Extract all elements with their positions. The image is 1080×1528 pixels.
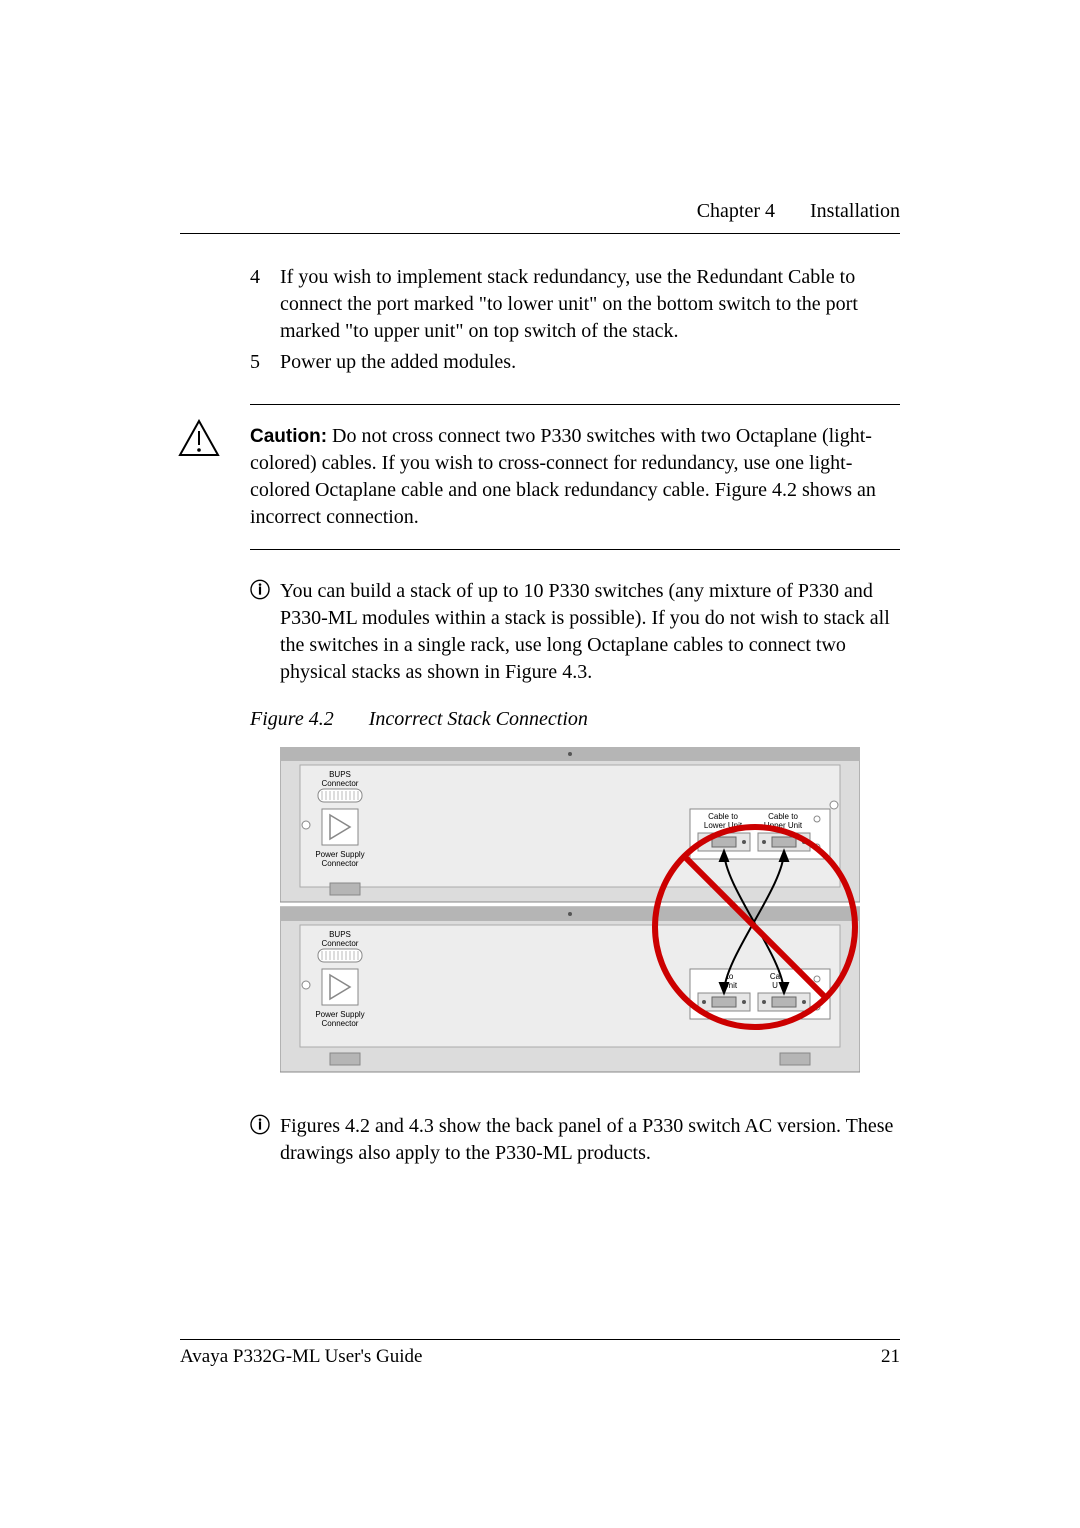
- figure-caption: Figure 4.2 Incorrect Stack Connection: [250, 706, 900, 733]
- step-text: If you wish to implement stack redundanc…: [280, 264, 900, 345]
- content-area: 4 If you wish to implement stack redunda…: [250, 264, 900, 1167]
- step-text: Power up the added modules.: [280, 349, 900, 376]
- psu-label: Power Supply: [315, 1010, 364, 1019]
- numbered-list: 4 If you wish to implement stack redunda…: [250, 264, 900, 376]
- bups-label: Connector: [322, 779, 359, 788]
- page-footer: Avaya P332G-ML User's Guide 21: [180, 1339, 900, 1368]
- header-rule: [180, 233, 900, 234]
- cable-label: Cable to: [768, 812, 798, 821]
- psu-label: Connector: [322, 859, 359, 868]
- chapter-label: Chapter 4: [697, 200, 775, 222]
- footer-guide-title: Avaya P332G-ML User's Guide: [180, 1346, 422, 1368]
- bups-label: BUPS: [329, 770, 351, 779]
- info-note: ⓘ You can build a stack of up to 10 P330…: [250, 578, 900, 686]
- figure-title: Incorrect Stack Connection: [369, 708, 588, 730]
- page-number: 21: [881, 1346, 900, 1368]
- step-number: 4: [250, 264, 280, 345]
- cable-label: Cable to: [708, 812, 738, 821]
- psu-label: Power Supply: [315, 850, 364, 859]
- chapter-title: Installation: [810, 200, 900, 222]
- info-icon: ⓘ: [250, 578, 280, 686]
- figure-number: Figure 4.2: [250, 708, 334, 730]
- psu-label: Connector: [322, 1019, 359, 1028]
- footer-rule: [180, 1339, 900, 1340]
- info-text: You can build a stack of up to 10 P330 s…: [280, 578, 900, 686]
- caution-block: Caution: Do not cross connect two P330 s…: [250, 404, 900, 550]
- info-note: ⓘ Figures 4.2 and 4.3 show the back pane…: [250, 1113, 900, 1167]
- step-number: 5: [250, 349, 280, 376]
- list-item: 4 If you wish to implement stack redunda…: [250, 264, 900, 345]
- figure-diagram: BUPS Connector Power Supply Connector Ca: [280, 747, 900, 1085]
- page: Chapter 4 Installation 4 If you wish to …: [0, 0, 1080, 1528]
- bups-label: Connector: [322, 939, 359, 948]
- list-item: 5 Power up the added modules.: [250, 349, 900, 376]
- cable-label: U: [772, 981, 778, 990]
- caution-icon: [178, 419, 220, 465]
- info-icon: ⓘ: [250, 1113, 280, 1167]
- caution-label: Caution:: [250, 426, 327, 447]
- bups-label: BUPS: [329, 930, 351, 939]
- caution-text: Do not cross connect two P330 switches w…: [250, 425, 876, 528]
- info-text: Figures 4.2 and 4.3 show the back panel …: [280, 1113, 900, 1167]
- running-header: Chapter 4 Installation: [180, 200, 900, 223]
